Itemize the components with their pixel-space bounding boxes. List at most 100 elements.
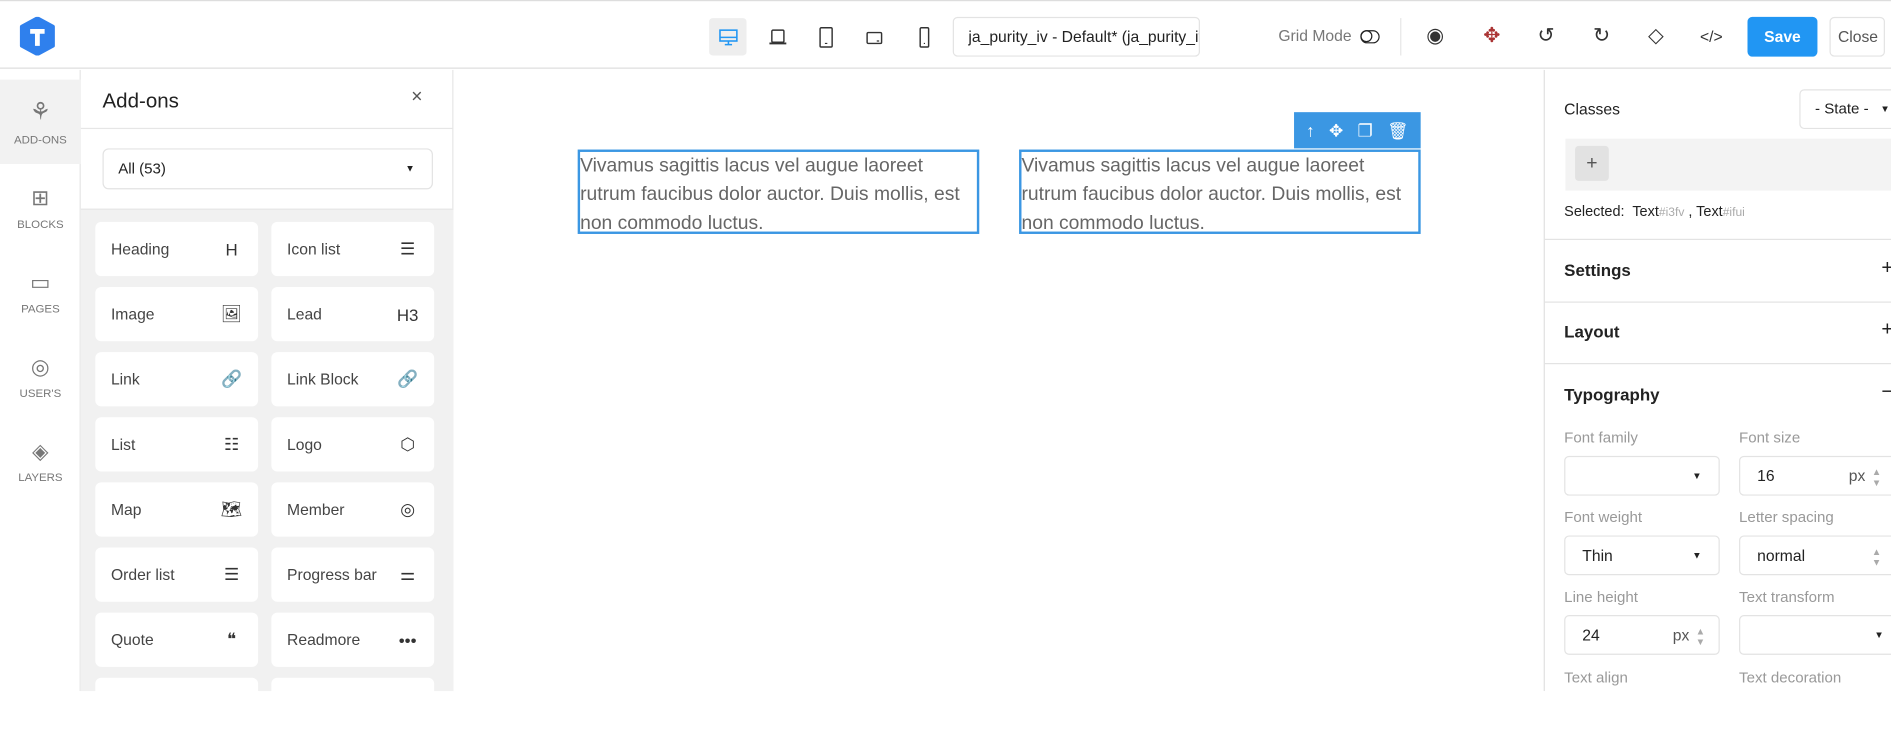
rail-item-layers[interactable]: ◈ LAYERS: [0, 420, 81, 504]
eraser-icon[interactable]: ◇: [1640, 21, 1671, 52]
caret-down-icon: ▼: [1692, 549, 1702, 561]
rail-item-blocks[interactable]: ⊞ BLOCKS: [0, 166, 81, 250]
addon-item[interactable]: [271, 677, 435, 732]
logo-icon[interactable]: [19, 16, 55, 57]
copy-icon[interactable]: ❐: [1358, 120, 1373, 141]
font-size-input[interactable]: 16 px ▲ ▼: [1739, 455, 1891, 496]
addons-filter-select[interactable]: All (53) ▼: [102, 148, 433, 190]
undo-icon[interactable]: ↺: [1530, 21, 1561, 52]
addon-item-icon-list[interactable]: Icon list ☰: [271, 221, 435, 277]
addon-item-order-list[interactable]: Order list ☰: [95, 547, 259, 602]
addon-item-link-block[interactable]: Link Block 🔗: [271, 352, 435, 407]
addon-item-image[interactable]: Image 🖼: [95, 287, 259, 342]
caret-down-icon: ▼: [1874, 629, 1884, 641]
stepper-icon[interactable]: ▲ ▼: [1696, 626, 1706, 648]
font-weight-select[interactable]: Thin ▼: [1564, 535, 1720, 576]
addon-item-logo[interactable]: Logo ⬡: [271, 417, 435, 472]
stepper-icon[interactable]: ▲ ▼: [1872, 546, 1882, 568]
letter-spacing-value: normal: [1757, 546, 1806, 565]
text-line: Vivamus sagittis lacus vel augue laoreet: [1021, 155, 1365, 177]
collapse-icon[interactable]: −: [1881, 380, 1891, 404]
font-family-label: Font family: [1564, 429, 1638, 447]
addon-item-quote[interactable]: Quote ❝: [95, 612, 259, 667]
font-weight-value: Thin: [1582, 546, 1613, 565]
grid-mode-toggle[interactable]: [1360, 30, 1380, 44]
addons-icon: ⚘: [29, 98, 52, 126]
classes-label: Classes: [1564, 100, 1620, 119]
user-icon: ◎: [30, 354, 50, 379]
state-value: - State -: [1815, 100, 1869, 117]
rail-item-pages[interactable]: ▭ PAGES: [0, 251, 81, 335]
code-icon[interactable]: </>: [1696, 21, 1727, 52]
page-builder: ja_purity_iv - Default* (ja_purity_iv) G…: [0, 0, 1891, 732]
addon-item-heading[interactable]: Heading H: [95, 221, 259, 277]
addon-label: Member: [287, 500, 345, 519]
addon-label: Logo: [287, 435, 322, 454]
line-height-input[interactable]: 24 px ▲ ▼: [1564, 615, 1720, 655]
font-family-select[interactable]: ▼: [1564, 455, 1720, 496]
section-settings[interactable]: Settings: [1564, 260, 1631, 279]
addon-item-map[interactable]: Map 🗺: [95, 482, 259, 537]
laptop-view-icon[interactable]: [759, 18, 796, 55]
close-button[interactable]: Close: [1829, 16, 1885, 57]
divider: [1400, 18, 1402, 56]
addon-item-readmore[interactable]: Readmore •••: [271, 612, 435, 667]
stepper-icon[interactable]: ▲ ▼: [1872, 467, 1882, 489]
filter-value: All (53): [118, 160, 166, 178]
text-line: non commodo luctus.: [1021, 213, 1205, 234]
select-parent-icon[interactable]: ↑: [1306, 121, 1314, 140]
rail-label: PAGES: [21, 302, 60, 316]
redo-icon[interactable]: ↻: [1586, 21, 1617, 52]
text-decoration-label: Text decoration: [1739, 669, 1842, 687]
expand-icon[interactable]: +: [1881, 317, 1891, 341]
addon-label: List: [110, 435, 136, 454]
heading-icon: H: [225, 239, 238, 259]
rail-item-users[interactable]: ◎ USER'S: [0, 335, 81, 419]
addon-item-list[interactable]: List ☷: [95, 417, 259, 472]
section-typography[interactable]: Typography: [1564, 385, 1659, 404]
expand-icon[interactable]: +: [1881, 256, 1891, 280]
divider: [1544, 301, 1891, 303]
link-icon: 🔗: [221, 369, 243, 389]
image-icon: 🖼: [220, 303, 243, 324]
theme-select[interactable]: ja_purity_iv - Default* (ja_purity_iv): [952, 16, 1200, 57]
addon-item-lead[interactable]: Lead H3: [271, 287, 435, 342]
map-icon: 🗺: [220, 499, 243, 519]
text-block[interactable]: Vivamus sagittis lacus vel augue laoreet…: [577, 149, 980, 234]
mobile-view-icon[interactable]: [905, 18, 942, 55]
addon-item-member[interactable]: Member ◎: [271, 482, 435, 537]
addon-item-progress-bar[interactable]: Progress bar ⚌: [271, 547, 435, 602]
desktop-view-icon[interactable]: [709, 18, 747, 56]
divider: [80, 127, 454, 130]
tablet-view-icon[interactable]: [807, 18, 844, 55]
selected-id: #ifui: [1722, 206, 1745, 220]
delete-icon[interactable]: 🗑: [1387, 120, 1408, 141]
section-layout[interactable]: Layout: [1564, 322, 1619, 341]
add-class-button[interactable]: +: [1575, 145, 1609, 181]
state-select[interactable]: - State - ▼: [1799, 89, 1891, 130]
move-icon[interactable]: ✥: [1329, 120, 1343, 141]
rail-item-addons[interactable]: ⚘ ADD-ONS: [0, 79, 81, 165]
link-block-icon: 🔗: [397, 369, 419, 389]
tablet-landscape-view-icon[interactable]: [855, 18, 892, 55]
member-icon: ◎: [400, 499, 415, 519]
addon-label: Progress bar: [287, 565, 377, 584]
addon-item[interactable]: [95, 677, 259, 732]
caret-down-icon: ▼: [1692, 470, 1702, 482]
text-block[interactable]: Vivamus sagittis lacus vel augue laoreet…: [1019, 149, 1421, 234]
font-weight-label: Font weight: [1564, 508, 1643, 526]
addon-label: Link Block: [287, 370, 359, 389]
close-panel-icon[interactable]: ×: [411, 87, 422, 109]
move-icon[interactable]: ✥: [1476, 21, 1507, 52]
save-button[interactable]: Save: [1747, 16, 1818, 57]
letter-spacing-label: Letter spacing: [1739, 508, 1834, 526]
text-line: rutrum faucibus dolor auctor. Duis molli…: [580, 184, 960, 206]
preview-eye-icon[interactable]: ◉: [1419, 21, 1450, 52]
line-height-value: 24: [1582, 625, 1600, 645]
addon-item-link[interactable]: Link 🔗: [95, 352, 259, 407]
addon-label: Link: [110, 370, 140, 389]
text-transform-select[interactable]: ▼: [1739, 615, 1891, 655]
text-line: non commodo luctus.: [580, 213, 764, 234]
letter-spacing-input[interactable]: normal ▲ ▼: [1739, 535, 1891, 576]
classes-box: +: [1565, 138, 1891, 191]
